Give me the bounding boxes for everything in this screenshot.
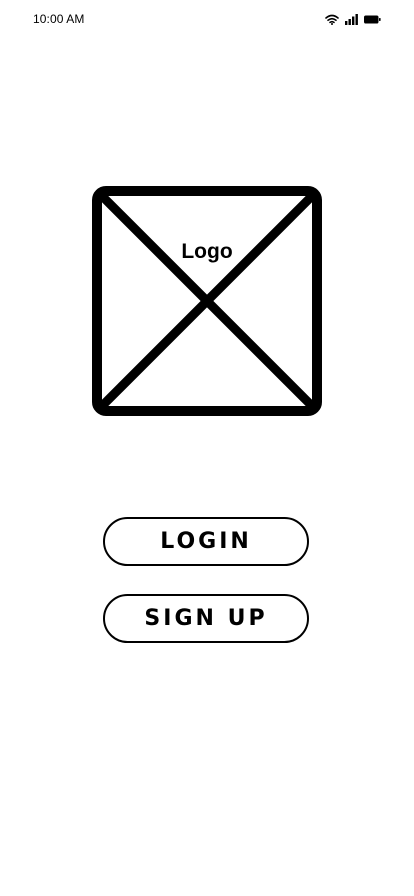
status-time: 10:00 AM	[33, 12, 85, 26]
sign-up-button[interactable]: SIGN UP	[103, 594, 309, 643]
battery-icon	[364, 15, 381, 24]
logo-label: Logo	[181, 240, 233, 263]
status-icons	[325, 14, 381, 25]
logo-placeholder-icon	[92, 186, 322, 416]
logo-placeholder: Logo	[92, 186, 322, 416]
login-button[interactable]: LOGIN	[103, 517, 309, 566]
cellular-signal-icon	[345, 14, 358, 25]
wifi-icon	[325, 14, 339, 25]
status-bar: 10:00 AM	[0, 0, 414, 40]
